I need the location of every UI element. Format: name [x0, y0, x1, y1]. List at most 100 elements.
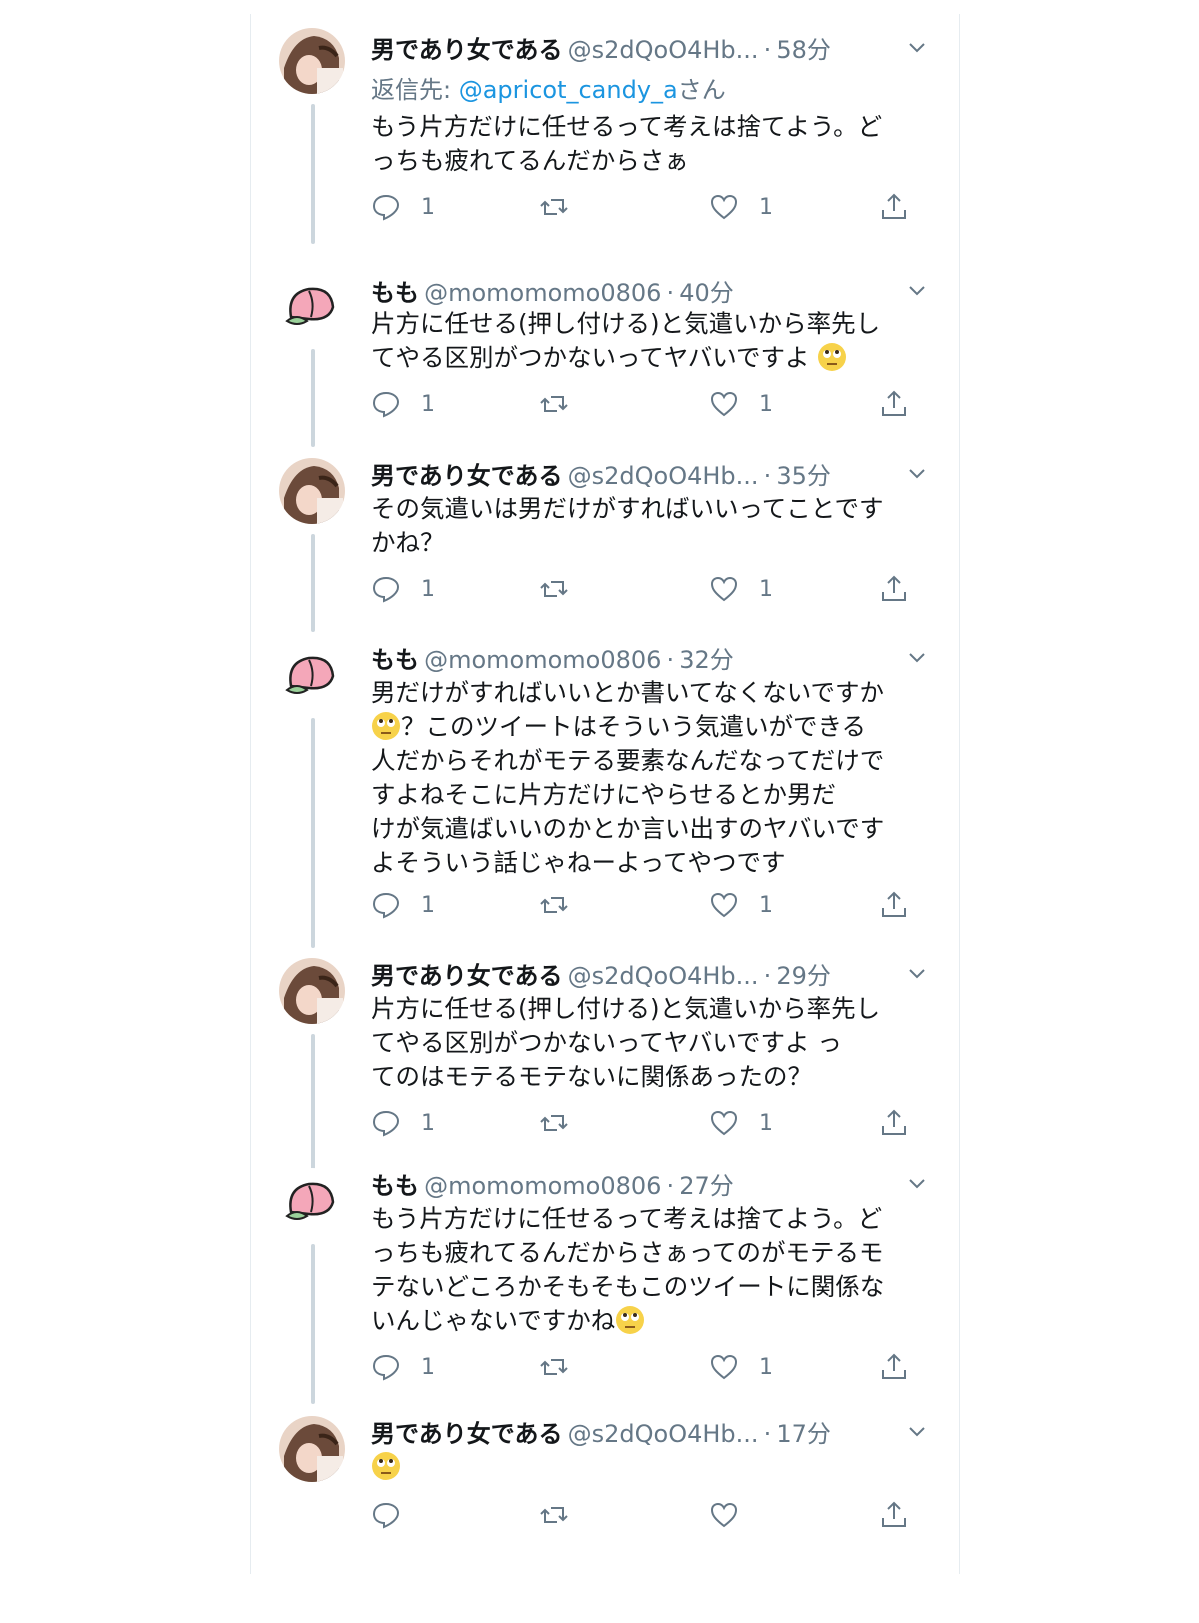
tweet-actions: 1 1: [371, 387, 931, 421]
share-button[interactable]: [879, 1350, 909, 1384]
share-button[interactable]: [879, 572, 909, 606]
reply-bubble-icon: [372, 1502, 400, 1529]
like-button[interactable]: [709, 1498, 739, 1532]
user-handle[interactable]: @s2dQoO4Hb...: [568, 962, 759, 990]
tweet-text-line: テないどころかそもそもこのツイートに関係な: [371, 1272, 885, 1301]
avatar-otokoonna[interactable]: [279, 1416, 345, 1482]
tweet-text: 片方に任せる(押し付ける)と気遣いから率先し てやる区別がつかないってヤバいです…: [371, 307, 916, 375]
chevron-down-icon[interactable]: [905, 962, 929, 986]
user-handle[interactable]: @s2dQoO4Hb...: [568, 36, 759, 64]
display-name[interactable]: 男であり女である: [371, 1420, 563, 1448]
avatar-otokoonna[interactable]: [279, 458, 345, 524]
reply-to-mention[interactable]: @apricot_candy_a: [459, 76, 678, 104]
tweet-text-line: 片方に任せる(押し付ける)と気遣いから率先し: [371, 309, 881, 338]
share-button[interactable]: [879, 190, 909, 224]
like-count: 1: [759, 1354, 773, 1380]
rolling-eyes-emoji: [616, 1306, 645, 1334]
reply-to-label: 返信先:: [371, 76, 459, 104]
rolling-eyes-emoji: [372, 712, 400, 740]
tweet-text: もう片方だけに任せるって考えは捨てよう。ど っちも疲れてるんだからさぁ: [371, 110, 916, 178]
timestamp[interactable]: 17分: [776, 1420, 831, 1448]
reply-button[interactable]: 1: [371, 1106, 435, 1140]
reply-to-suffix: さん: [677, 76, 726, 104]
user-handle[interactable]: @momomomo0806: [424, 646, 661, 674]
timestamp[interactable]: 58分: [776, 36, 831, 64]
chevron-down-icon[interactable]: [905, 279, 929, 303]
display-name[interactable]: 男であり女である: [371, 36, 563, 64]
reply-button[interactable]: [371, 1498, 401, 1532]
heart-icon: [710, 194, 738, 220]
reply-to: 返信先: @apricot_candy_aさん: [371, 70, 726, 105]
like-button[interactable]: 1: [709, 572, 773, 606]
avatar-momo[interactable]: [279, 273, 345, 339]
retweet-button[interactable]: [539, 1498, 569, 1532]
avatar-otokoonna[interactable]: [279, 28, 345, 94]
retweet-icon: [540, 1359, 568, 1375]
tweet-actions: [371, 1498, 931, 1532]
share-button[interactable]: [879, 1498, 909, 1532]
retweet-button[interactable]: [539, 572, 569, 606]
user-handle[interactable]: @s2dQoO4Hb...: [568, 462, 759, 490]
tweet-text-line: もう片方だけに任せるって考えは捨てよう。ど: [371, 1204, 883, 1233]
retweet-button[interactable]: [539, 888, 569, 922]
retweet-button[interactable]: [539, 1106, 569, 1140]
retweet-button[interactable]: [539, 1350, 569, 1384]
like-button[interactable]: 1: [709, 1106, 773, 1140]
reply-bubble-icon: [372, 1110, 400, 1137]
separator-dot: ·: [763, 36, 772, 64]
like-button[interactable]: 1: [709, 1350, 773, 1384]
timestamp[interactable]: 35分: [776, 462, 831, 490]
share-icon: [882, 390, 906, 416]
reply-button[interactable]: 1: [371, 387, 435, 421]
timestamp[interactable]: 29分: [776, 962, 831, 990]
display-name[interactable]: もも: [371, 1172, 419, 1200]
display-name[interactable]: 男であり女である: [371, 962, 563, 990]
display-name[interactable]: もも: [371, 279, 419, 307]
avatar-otokoonna[interactable]: [279, 958, 345, 1024]
share-button[interactable]: [879, 888, 909, 922]
rolling-eyes-emoji: [372, 1452, 400, 1480]
chevron-down-icon[interactable]: [905, 646, 929, 670]
display-name[interactable]: 男であり女である: [371, 462, 563, 490]
tweet-text-segment: てやる区別がつかないってヤバいですよ っ: [371, 1028, 842, 1057]
tweet-text: 男だけがすればいいとか書いてなくないですか ？このツイートはそういう気遣いができ…: [371, 676, 916, 880]
separator-dot: ·: [666, 1172, 675, 1200]
share-button[interactable]: [879, 387, 909, 421]
tweet-text-line: っちも疲れてるんだからさぁ: [371, 146, 689, 175]
tweet-header: もも @momomomo0806 · 40分: [371, 273, 939, 309]
share-button[interactable]: [879, 1106, 909, 1140]
reply-bubble-icon: [372, 391, 400, 418]
tweet-text-line: いんじゃないですかね: [371, 1304, 916, 1338]
avatar-momo[interactable]: [279, 642, 345, 708]
reply-button[interactable]: 1: [371, 190, 435, 224]
tweet-text-line: てやる区別がつかないってヤバいですよ っ: [371, 1026, 916, 1060]
retweet-button[interactable]: [539, 190, 569, 224]
timestamp[interactable]: 40分: [679, 279, 734, 307]
avatar-momo[interactable]: [279, 1168, 345, 1234]
chevron-down-icon[interactable]: [905, 462, 929, 486]
chevron-down-icon[interactable]: [905, 1420, 929, 1444]
reply-button[interactable]: 1: [371, 1350, 435, 1384]
chevron-down-icon[interactable]: [905, 1172, 929, 1196]
chevron-down-icon[interactable]: [905, 36, 929, 60]
user-handle[interactable]: @s2dQoO4Hb...: [568, 1420, 759, 1448]
user-handle[interactable]: @momomomo0806: [424, 279, 661, 307]
rolling-eyes-emoji: [818, 343, 847, 371]
like-button[interactable]: 1: [709, 387, 773, 421]
user-handle[interactable]: @momomomo0806: [424, 1172, 661, 1200]
like-button[interactable]: 1: [709, 190, 773, 224]
separator-dot: ·: [763, 962, 772, 990]
reply-button[interactable]: 1: [371, 888, 435, 922]
reply-count: 1: [421, 892, 435, 918]
timestamp[interactable]: 27分: [679, 1172, 734, 1200]
reply-button[interactable]: 1: [371, 572, 435, 606]
retweet-icon: [540, 1115, 568, 1131]
tweet-header: 男であり女である @s2dQoO4Hb... · 58分: [371, 30, 939, 66]
timestamp[interactable]: 32分: [679, 646, 734, 674]
like-count: 1: [759, 391, 773, 417]
like-count: 1: [759, 1110, 773, 1136]
display-name[interactable]: もも: [371, 646, 419, 674]
tweet-actions: 1 1: [371, 572, 931, 606]
like-button[interactable]: 1: [709, 888, 773, 922]
retweet-button[interactable]: [539, 387, 569, 421]
